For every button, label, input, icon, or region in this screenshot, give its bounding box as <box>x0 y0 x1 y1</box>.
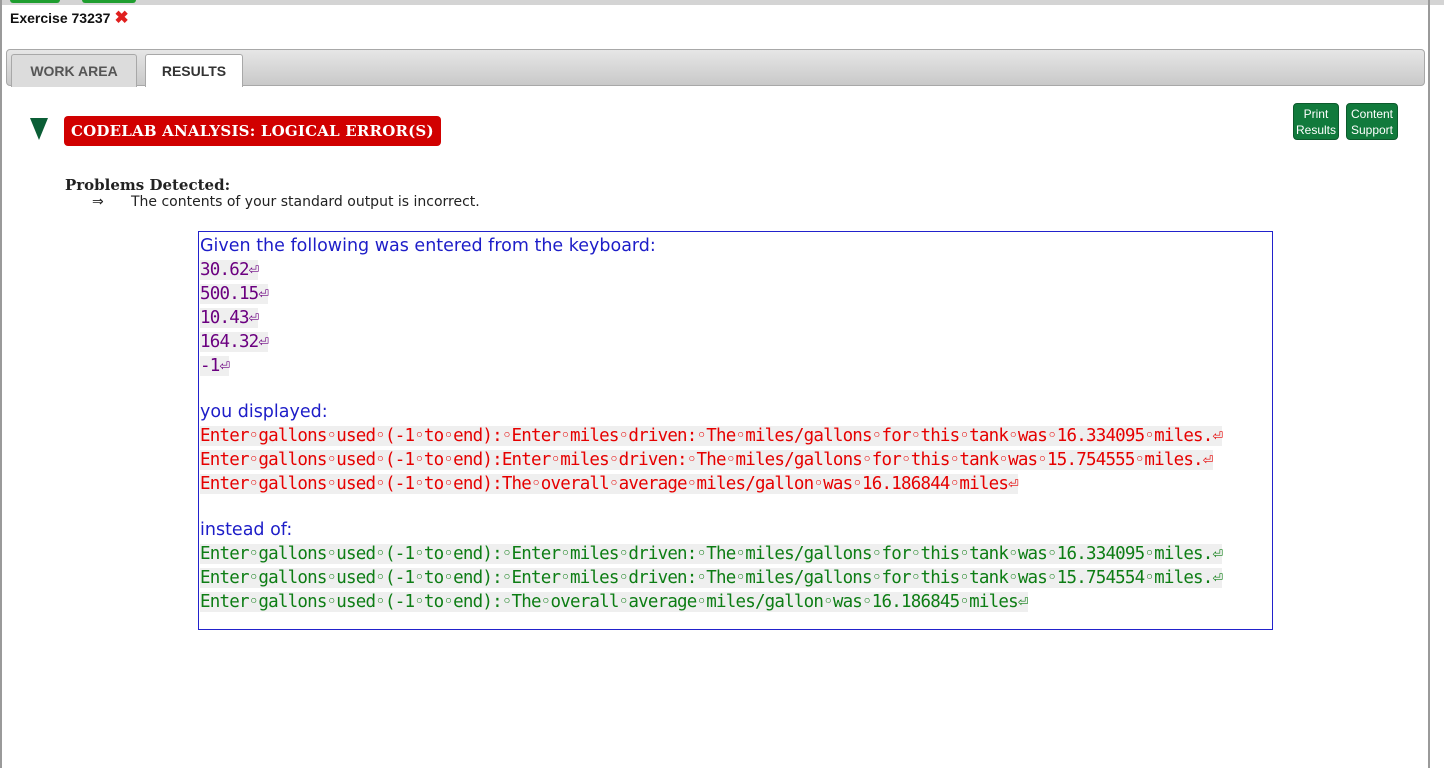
input-line: 30.62⏎ <box>200 258 1272 282</box>
input-line: -1⏎ <box>200 354 1272 378</box>
analysis-banner: CODELAB ANALYSIS: LOGICAL ERROR(S) <box>64 116 441 146</box>
content-support-label-1: Content <box>1350 106 1394 121</box>
expected-line: Enter◦gallons◦used◦(-1◦to◦end):◦Enter◦mi… <box>200 566 1272 590</box>
input-value: 164.32⏎ <box>200 332 269 352</box>
print-results-label-1: Print <box>1303 106 1329 121</box>
given-heading: Given the following was entered from the… <box>200 236 656 256</box>
displayed-line: Enter◦gallons◦used◦(-1◦to◦end):The◦overa… <box>200 472 1272 496</box>
displayed-text: Enter◦gallons◦used◦(-1◦to◦end):The◦overa… <box>200 474 1019 494</box>
expected-heading: instead of: <box>200 520 293 540</box>
input-value: -1⏎ <box>200 356 230 376</box>
problems-heading: Problems Detected: <box>65 176 231 194</box>
exercise-title: Exercise 73237 ✖ <box>10 9 129 26</box>
problem-text: The contents of your standard output is … <box>131 194 480 210</box>
output-comparison-box: Given the following was entered from the… <box>198 231 1273 630</box>
expected-text: Enter◦gallons◦used◦(-1◦to◦end):◦Enter◦mi… <box>200 544 1223 564</box>
input-value: 10.43⏎ <box>200 308 259 328</box>
expected-text: Enter◦gallons◦used◦(-1◦to◦end):◦Enter◦mi… <box>200 568 1223 588</box>
expected-text: Enter◦gallons◦used◦(-1◦to◦end):◦The◦over… <box>200 592 1028 612</box>
displayed-heading: you displayed: <box>200 402 328 422</box>
input-line: 10.43⏎ <box>200 306 1272 330</box>
right-arrow-icon: ⇒ <box>92 194 104 210</box>
displayed-line: Enter◦gallons◦used◦(-1◦to◦end):Enter◦mil… <box>200 448 1272 472</box>
print-results-button[interactable]: Print Results <box>1293 103 1339 140</box>
input-line: 500.15⏎ <box>200 282 1272 306</box>
content-support-button[interactable]: Content Support <box>1346 103 1398 140</box>
displayed-line: Enter◦gallons◦used◦(-1◦to◦end):◦Enter◦mi… <box>200 424 1272 448</box>
tab-results[interactable]: RESULTS <box>145 54 243 87</box>
exercise-title-text: Exercise 73237 <box>10 10 111 26</box>
displayed-text: Enter◦gallons◦used◦(-1◦to◦end):◦Enter◦mi… <box>200 426 1223 446</box>
content-support-label-2: Support <box>1350 122 1394 137</box>
tab-work-area[interactable]: WORK AREA <box>11 54 137 87</box>
expected-line: Enter◦gallons◦used◦(-1◦to◦end):◦The◦over… <box>200 590 1272 614</box>
input-value: 500.15⏎ <box>200 284 269 304</box>
print-results-label-2: Results <box>1295 122 1336 137</box>
problem-item: ⇒ The contents of your standard output i… <box>92 194 480 210</box>
tab-bar: WORK AREA RESULTS <box>6 49 1425 87</box>
expected-line: Enter◦gallons◦used◦(-1◦to◦end):◦Enter◦mi… <box>200 542 1272 566</box>
input-value: 30.62⏎ <box>200 260 259 280</box>
displayed-text: Enter◦gallons◦used◦(-1◦to◦end):Enter◦mil… <box>200 450 1213 470</box>
collapse-triangle-icon[interactable] <box>30 118 48 140</box>
input-line: 164.32⏎ <box>200 330 1272 354</box>
close-icon[interactable]: ✖ <box>114 9 128 26</box>
